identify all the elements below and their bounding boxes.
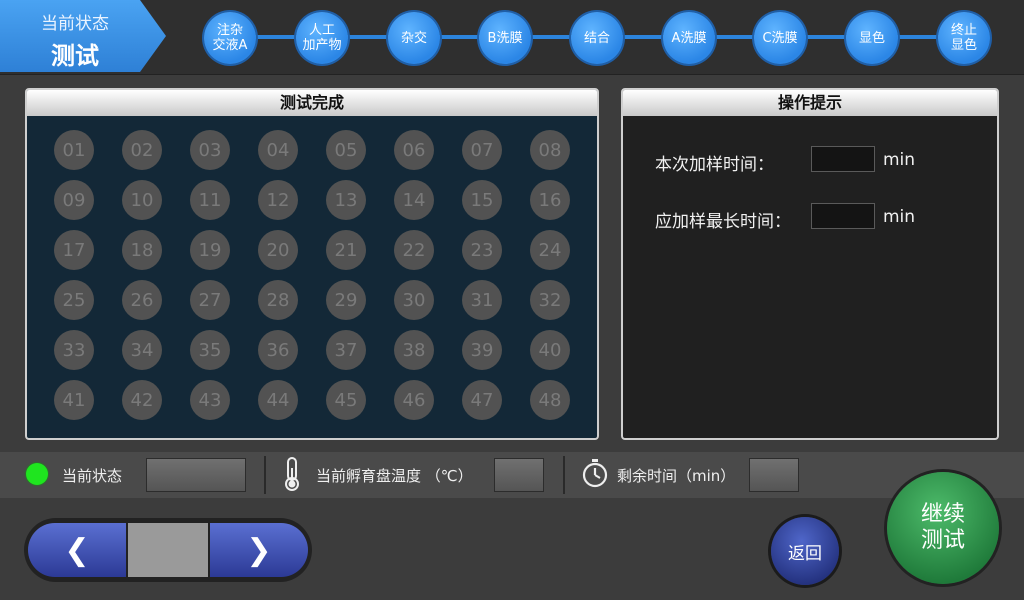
well-26[interactable]: 26 [122,280,162,320]
test-plate-panel: 测试完成 01 02 03 04 05 06 07 08 09 10 11 12 13 14 15 16 17 1… [25,88,599,440]
next-page-button[interactable]: ❯ [210,523,308,577]
status-tab-state: 测试 [51,42,99,70]
well-09[interactable]: 09 [54,180,94,220]
pager: ❮ ❯ [24,518,312,582]
sample-time-unit: min [883,150,916,170]
well-03[interactable]: 03 [190,130,230,170]
well-24[interactable]: 24 [530,230,570,270]
well-16[interactable]: 16 [530,180,570,220]
well-34[interactable]: 34 [122,330,162,370]
well-05[interactable]: 05 [326,130,366,170]
current-state-label: 当前状态 [62,467,123,485]
well-01[interactable]: 01 [54,130,94,170]
max-time-unit: min [883,207,916,227]
max-time-label: 应加样最长时间： [655,212,791,232]
well-36[interactable]: 36 [258,330,298,370]
well-02[interactable]: 02 [122,130,162,170]
well-41[interactable]: 41 [54,380,94,420]
continue-test-button[interactable]: 继续 测试 [887,472,999,584]
hint-panel-title: 操作提示 [623,90,997,116]
plate-panel-title: 测试完成 [27,90,597,116]
well-31[interactable]: 31 [462,280,502,320]
well-22[interactable]: 22 [394,230,434,270]
divider [264,456,266,494]
well-37[interactable]: 37 [326,330,366,370]
well-06[interactable]: 06 [394,130,434,170]
step-1: 注杂 交液A [204,12,256,64]
well-13[interactable]: 13 [326,180,366,220]
incubation-temp-label: 当前孵育盘温度 （℃） [316,467,473,485]
current-state-field [146,458,246,492]
well-23[interactable]: 23 [462,230,502,270]
well-33[interactable]: 33 [54,330,94,370]
well-15[interactable]: 15 [462,180,502,220]
page-indicator [128,523,208,577]
well-07[interactable]: 07 [462,130,502,170]
well-18[interactable]: 18 [122,230,162,270]
well-38[interactable]: 38 [394,330,434,370]
status-tab-caption: 当前状态 [41,14,109,34]
well-08[interactable]: 08 [530,130,570,170]
sample-time-row: 本次加样时间： min [655,146,915,175]
stopwatch-icon [582,459,608,488]
well-45[interactable]: 45 [326,380,366,420]
thermometer-icon [285,457,299,491]
max-time-field [811,203,875,229]
step-4: B洗膜 [479,12,531,64]
well-04[interactable]: 04 [258,130,298,170]
sample-time-field [811,146,875,172]
well-14[interactable]: 14 [394,180,434,220]
well-17[interactable]: 17 [54,230,94,270]
well-48[interactable]: 48 [530,380,570,420]
prev-page-button[interactable]: ❮ [28,523,126,577]
step-7: C洗膜 [754,12,806,64]
divider [563,456,565,494]
step-8: 显色 [846,12,898,64]
remaining-time-label: 剩余时间（min） [617,467,736,485]
step-3: 杂交 [388,12,440,64]
well-40[interactable]: 40 [530,330,570,370]
well-46[interactable]: 46 [394,380,434,420]
incubation-temp-field [494,458,544,492]
operation-hint-panel: 操作提示 本次加样时间： min 应加样最长时间： min [621,88,999,440]
well-42[interactable]: 42 [122,380,162,420]
well-10[interactable]: 10 [122,180,162,220]
back-button[interactable]: 返回 [771,517,839,585]
well-21[interactable]: 21 [326,230,366,270]
well-47[interactable]: 47 [462,380,502,420]
well-28[interactable]: 28 [258,280,298,320]
well-30[interactable]: 30 [394,280,434,320]
well-27[interactable]: 27 [190,280,230,320]
well-12[interactable]: 12 [258,180,298,220]
well-25[interactable]: 25 [54,280,94,320]
step-2: 人工 加产物 [296,12,348,64]
well-29[interactable]: 29 [326,280,366,320]
well-44[interactable]: 44 [258,380,298,420]
status-indicator-icon [26,463,48,485]
well-39[interactable]: 39 [462,330,502,370]
step-6: A洗膜 [663,12,715,64]
well-19[interactable]: 19 [190,230,230,270]
top-bar: 当前状态 测试 注杂 交液A 人工 加产物 杂交 B洗膜 结合 A洗膜 C洗膜 … [0,0,1024,75]
current-status-tab: 当前状态 测试 [0,0,166,72]
well-11[interactable]: 11 [190,180,230,220]
well-32[interactable]: 32 [530,280,570,320]
step-9: 终止 显色 [938,12,990,64]
step-5: 结合 [571,12,623,64]
remaining-time-field [749,458,799,492]
well-43[interactable]: 43 [190,380,230,420]
well-35[interactable]: 35 [190,330,230,370]
sample-time-label: 本次加样时间： [655,155,774,175]
max-time-row: 应加样最长时间： min [655,203,915,232]
well-20[interactable]: 20 [258,230,298,270]
